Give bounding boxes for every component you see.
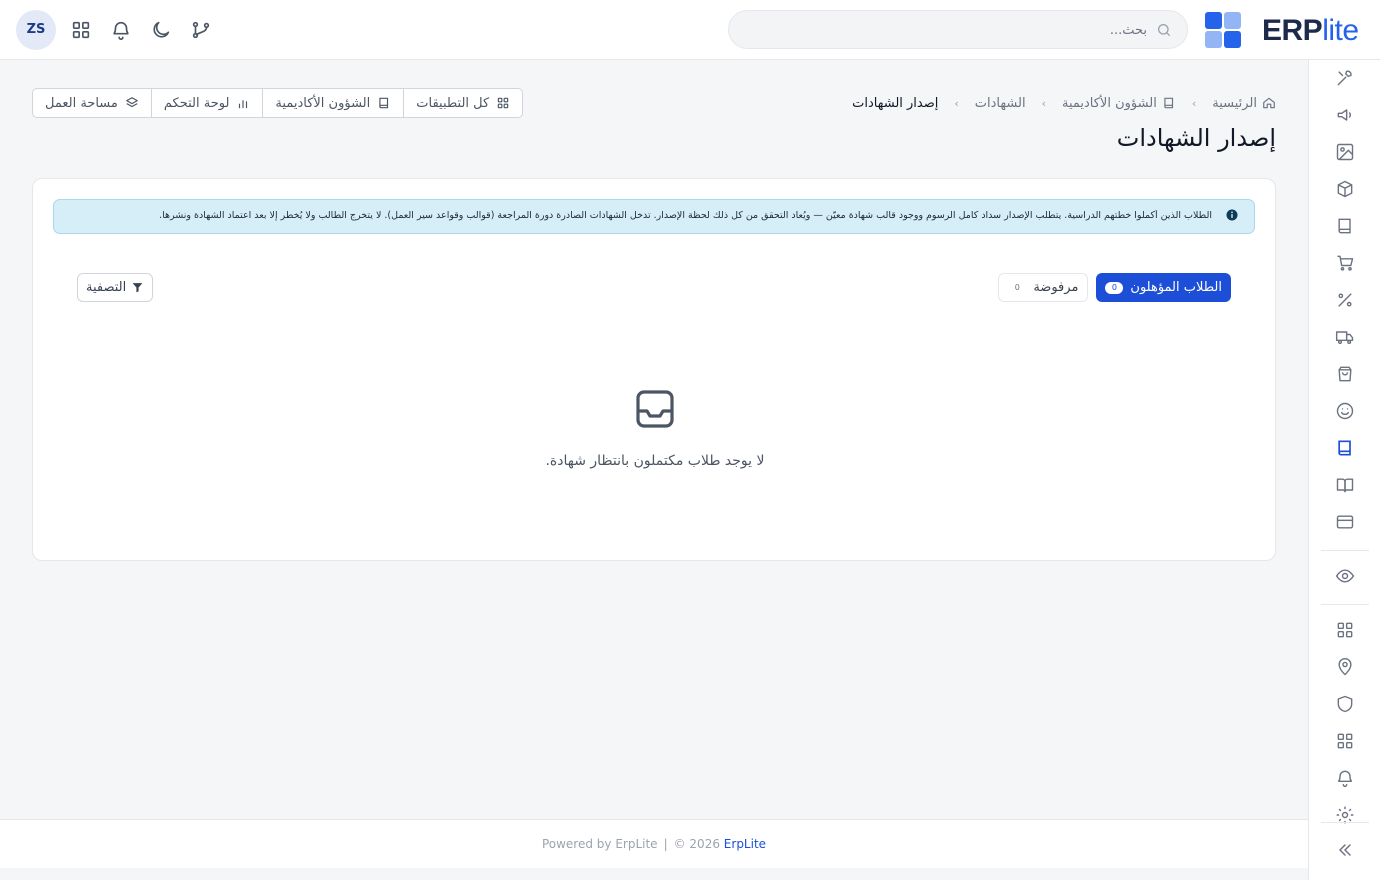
shopping-bag-icon[interactable] [1335, 364, 1355, 384]
layers-icon [126, 97, 138, 108]
credit-card-icon[interactable] [1335, 512, 1355, 532]
inbox-icon [635, 389, 675, 429]
search-box[interactable] [728, 10, 1188, 49]
truck-icon[interactable] [1335, 327, 1355, 347]
tab-workspace[interactable]: مساحة العمل [33, 89, 151, 117]
footer-brand-link[interactable]: ErpLite [724, 837, 766, 851]
status-tabs: الطلاب المؤهلون 0 مرفوضة 0 [998, 273, 1231, 302]
content-card: الطلاب الذين أكملوا خطتهم الدراسية. يتطل… [32, 178, 1276, 561]
breadcrumb-home[interactable]: الرئيسية [1212, 96, 1276, 111]
grid-icon [497, 97, 509, 109]
bell-icon[interactable] [110, 19, 132, 41]
empty-state-message: لا يوجد طلاب مكتملون بانتظار شهادة. [545, 453, 765, 469]
info-icon [1226, 209, 1238, 221]
tab-rejected[interactable]: مرفوضة 0 [998, 273, 1089, 302]
git-branch-icon[interactable] [190, 19, 212, 41]
tab-label[interactable]: مرفوضة [1033, 280, 1078, 295]
tab-eligible-students[interactable]: الطلاب المؤهلون 0 [1096, 273, 1231, 302]
collapse-icon[interactable] [1335, 840, 1355, 860]
map-pin-icon[interactable] [1335, 657, 1355, 677]
search-input[interactable] [767, 19, 1147, 41]
breadcrumb-current: إصدار الشهادات [852, 95, 939, 111]
cart-icon[interactable] [1335, 253, 1355, 273]
filter-icon [132, 283, 143, 293]
home-icon [1263, 97, 1275, 109]
breadcrumb-separator: ‹ [1191, 96, 1197, 110]
apps-grid-icon[interactable] [70, 19, 92, 41]
book-icon [1164, 97, 1173, 109]
user-avatar[interactable]: ZS [16, 10, 56, 50]
shield-icon[interactable] [1335, 694, 1355, 714]
rail-divider [1321, 550, 1369, 551]
breadcrumb-separator: ‹ [1041, 96, 1046, 110]
footer-text: Powered by ErpLite | © 2026 ErpLite [541, 837, 767, 851]
count-badge: 0 [1008, 281, 1027, 294]
box-icon[interactable] [1335, 179, 1355, 199]
moon-icon[interactable] [150, 19, 172, 41]
quick-nav: كل التطبيقات الشؤون الأكاديمية لوحة التح… [32, 88, 524, 118]
logo-mark[interactable] [1205, 12, 1241, 48]
megaphone-icon[interactable] [1335, 105, 1355, 125]
breadcrumb: الرئيسية ‹ الشؤون الأكاديمية ‹ الشهادات … [852, 92, 1276, 114]
logo-text[interactable]: ERPlite [1262, 14, 1359, 48]
breadcrumb-academic[interactable]: الشؤون الأكاديمية [1062, 96, 1176, 111]
search-icon [1156, 22, 1172, 38]
tab-label[interactable]: الطلاب المؤهلون [1130, 280, 1222, 295]
image-icon[interactable] [1335, 142, 1355, 162]
top-bar: ZS بحث... ERPlite [0, 0, 1380, 60]
book-icon [379, 97, 389, 109]
rail-divider [1321, 822, 1369, 823]
book-icon[interactable] [1335, 216, 1355, 236]
apps-icon[interactable] [1335, 731, 1355, 751]
page-title: إصدار الشهادات [1116, 124, 1276, 152]
percent-icon[interactable] [1335, 290, 1355, 310]
info-alert: الطلاب الذين أكملوا خطتهم الدراسية. يتطل… [53, 199, 1255, 234]
breadcrumb-separator: ‹ [954, 96, 959, 110]
tab-all-apps[interactable]: كل التطبيقات [403, 89, 522, 117]
grid-icon[interactable] [1335, 620, 1355, 640]
filter-button[interactable]: التصفية [77, 273, 154, 302]
smile-icon[interactable] [1335, 401, 1355, 421]
info-alert-text: الطلاب الذين أكملوا خطتهم الدراسية. يتطل… [159, 210, 1212, 221]
tab-dashboard[interactable]: لوحة التحكم [150, 89, 263, 117]
book-active-icon[interactable] [1335, 438, 1355, 458]
open-book-icon[interactable] [1335, 475, 1355, 495]
eye-icon[interactable] [1335, 566, 1355, 586]
bell-icon[interactable] [1335, 768, 1355, 788]
count-badge: 0 [1105, 281, 1124, 294]
breadcrumb-certificates[interactable]: الشهادات [975, 96, 1026, 111]
tools-icon[interactable] [1335, 68, 1355, 88]
side-rail [1308, 60, 1380, 880]
tab-academic-affairs[interactable]: الشؤون الأكاديمية [262, 89, 403, 117]
bar-chart-icon [239, 100, 248, 109]
footer: Powered by ErpLite | © 2026 ErpLite [0, 819, 1308, 868]
rail-divider [1321, 604, 1369, 605]
